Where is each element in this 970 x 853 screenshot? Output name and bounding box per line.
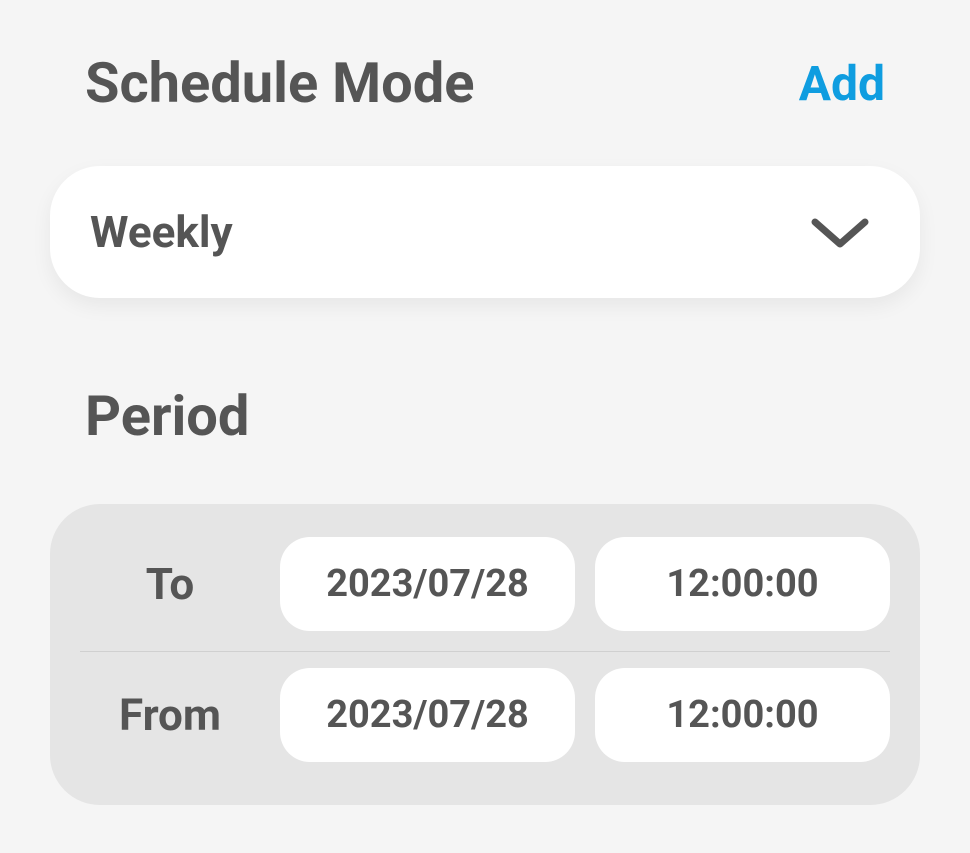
schedule-mode-dropdown[interactable]: Weekly — [50, 166, 920, 298]
schedule-mode-title: Schedule Mode — [85, 50, 475, 116]
schedule-mode-header: Schedule Mode Add — [50, 50, 920, 116]
period-title: Period — [50, 383, 920, 449]
period-to-time[interactable]: 12:00:00 — [595, 537, 890, 631]
period-container: To 2023/07/28 12:00:00 From 2023/07/28 1… — [50, 504, 920, 805]
chevron-down-icon — [810, 214, 870, 250]
period-to-date[interactable]: 2023/07/28 — [280, 537, 575, 631]
period-from-date[interactable]: 2023/07/28 — [280, 668, 575, 762]
period-row-from: From 2023/07/28 12:00:00 — [80, 660, 890, 770]
dropdown-selected-label: Weekly — [90, 206, 233, 258]
period-to-label: To — [146, 558, 194, 610]
period-from-time[interactable]: 12:00:00 — [595, 668, 890, 762]
period-row-to: To 2023/07/28 12:00:00 — [80, 529, 890, 652]
add-button[interactable]: Add — [799, 55, 885, 112]
period-from-label: From — [119, 689, 221, 741]
